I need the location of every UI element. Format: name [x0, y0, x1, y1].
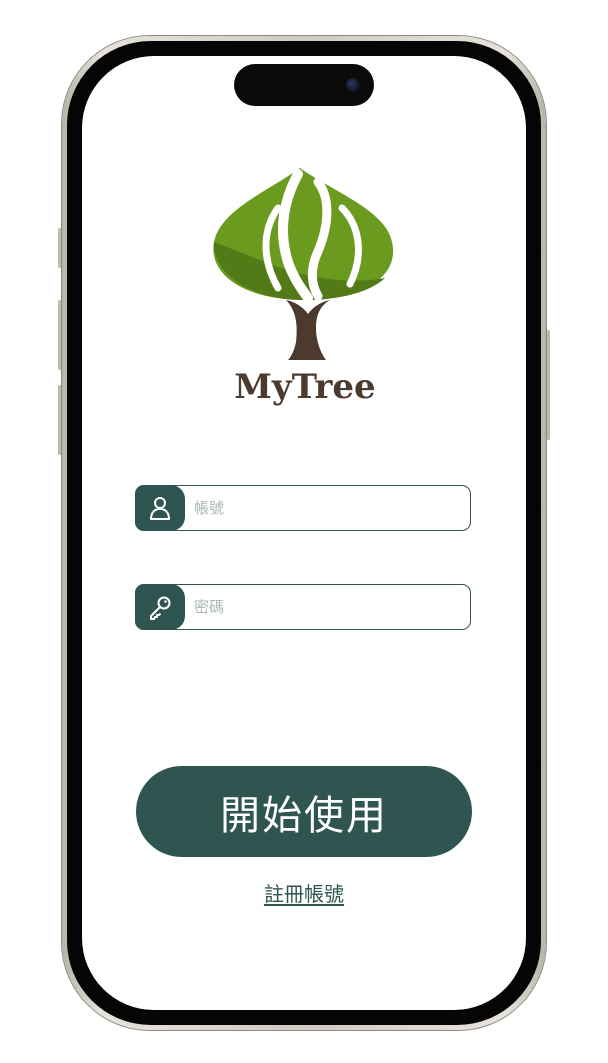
dynamic-island — [234, 64, 374, 106]
password-input[interactable] — [194, 585, 460, 629]
mytree-logo: MyTree — [200, 160, 410, 410]
start-button[interactable]: 開始使用 — [136, 766, 472, 857]
logo-text: MyTree — [234, 367, 375, 407]
power-button — [546, 330, 550, 440]
stage: MyTree 開始使用 註冊帳號 — [0, 0, 608, 1063]
tree-logo-icon: MyTree — [213, 168, 394, 407]
start-button-label: 開始使用 — [220, 792, 388, 839]
camera-icon — [346, 78, 360, 92]
register-link[interactable]: 註冊帳號 — [204, 878, 404, 907]
key-icon — [134, 583, 185, 630]
account-field[interactable] — [134, 484, 471, 531]
user-icon — [134, 484, 185, 531]
password-field[interactable] — [134, 583, 471, 630]
account-input[interactable] — [194, 486, 460, 530]
